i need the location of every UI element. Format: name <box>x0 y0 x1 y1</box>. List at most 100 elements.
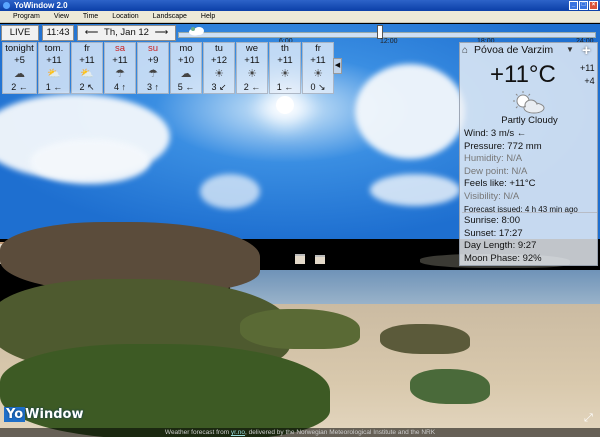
cloud <box>30 139 150 184</box>
forecast-day-name: su <box>147 43 159 54</box>
location-name[interactable]: Póvoa de Varzim <box>474 44 553 56</box>
timeline-cloud-icon <box>189 27 204 36</box>
menu-program[interactable]: Program <box>6 11 47 22</box>
credit-bar: Weather forecast from yr.no, delivered b… <box>0 428 600 437</box>
collapse-forecast-arrow-icon[interactable]: ◀ <box>333 58 342 74</box>
logo-yo: Yo <box>4 407 26 422</box>
current-temperature: +11°C <box>490 61 556 88</box>
wind-readout: Wind: 3 m/s ← <box>464 128 527 139</box>
forecast-day-name: tom. <box>44 43 64 54</box>
forecast-day-temp: +9 <box>147 55 159 66</box>
sunny-icon: ☀ <box>280 68 290 80</box>
app-icon <box>3 2 10 9</box>
forecast-day-temp: +10 <box>177 55 195 66</box>
window-titlebar: YoWindow 2.0 _ □ × <box>0 0 600 11</box>
feels-like-readout: Feels like: +11°C <box>464 178 536 190</box>
partly-cloudy-icon: ⛅ <box>47 68 61 80</box>
credit-suffix: , delivered by the Norwegian Meteorologi… <box>245 429 436 436</box>
forecast-day-wind: 2 ← <box>243 82 261 92</box>
sunrise-readout: Sunrise: 8:00 <box>464 215 520 226</box>
forecast-day-temp: +5 <box>14 55 25 66</box>
sun <box>276 96 294 114</box>
forecast-day[interactable]: tu +12 ☀ 3 ↙ <box>203 42 235 94</box>
temperature-range: +11 +4 <box>580 62 595 88</box>
previous-day-arrow-icon[interactable]: ⟵ <box>85 27 99 38</box>
logo-window: Window <box>25 407 84 422</box>
forecast-strip: tonight +5 ☁ 2 ← tom. +11 ⛅ 1 ← fr +11 ⛅ 2 ↖ sa +11 ☂ 4… <box>2 42 334 94</box>
forecast-day-temp: +11 <box>46 55 62 66</box>
yowindow-logo[interactable]: Yo Window <box>4 407 83 422</box>
forecast-day-temp: +11 <box>244 55 260 66</box>
toolbar: LIVE 11:43 ⟵ Th, Jan 12 ⟶ 6:00 12:00 18:… <box>0 24 600 45</box>
live-button[interactable]: LIVE <box>1 25 39 41</box>
yr-no-link[interactable]: yr.no <box>231 429 245 436</box>
location-selector[interactable]: ⌂ Póvoa de Varzim ▼ <box>460 43 599 59</box>
minimize-button[interactable]: _ <box>569 1 578 10</box>
forecast-day[interactable]: fr +11 ⛅ 2 ↖ <box>71 42 103 94</box>
window-controls: _ □ × <box>569 1 598 10</box>
forecast-day-temp: +12 <box>210 55 228 66</box>
fullscreen-icon[interactable]: ⤢ <box>584 412 593 425</box>
forecast-day-wind: 0 ↘ <box>310 82 326 92</box>
rock <box>240 309 360 349</box>
date-label: Th, Jan 12 <box>104 27 149 38</box>
forecast-day[interactable]: th +11 ☀ 1 ← <box>269 42 301 94</box>
forecast-day-name: we <box>245 43 259 54</box>
date-navigator: ⟵ Th, Jan 12 ⟶ <box>77 25 176 41</box>
maximize-button[interactable]: □ <box>579 1 588 10</box>
forecast-day-name: fr <box>315 43 321 54</box>
building <box>295 254 305 264</box>
forecast-day[interactable]: tonight +5 ☁ 2 ← <box>2 42 37 94</box>
rock <box>0 344 330 437</box>
visibility-readout: Visibility: N/A <box>464 190 520 202</box>
forecast-day-temp: +11 <box>277 55 293 66</box>
menu-view[interactable]: View <box>47 11 76 22</box>
time-slider-thumb[interactable] <box>377 25 383 39</box>
sunny-icon: ☀ <box>313 68 323 80</box>
home-icon[interactable]: ⌂ <box>462 45 468 56</box>
moon-phase-readout: Moon Phase: 92% <box>464 252 542 264</box>
condition-text: Partly Cloudy <box>501 115 558 126</box>
cloudy-icon: ☁ <box>180 68 192 80</box>
menu-landscape[interactable]: Landscape <box>146 11 194 22</box>
forecast-day[interactable]: mo +10 ☁ 5 ← <box>170 42 202 94</box>
max-temperature: +11 <box>580 63 595 73</box>
partly-cloudy-night-icon: ☁ <box>14 68 25 80</box>
next-day-arrow-icon[interactable]: ⟶ <box>155 27 169 38</box>
current-time: 11:43 <box>42 25 74 41</box>
close-button[interactable]: × <box>589 1 598 10</box>
forecast-day-temp: +11 <box>310 55 326 66</box>
partly-cloudy-icon: ⛅ <box>80 68 94 80</box>
sunny-icon: ☀ <box>247 68 257 80</box>
menu-location[interactable]: Location <box>105 11 145 22</box>
forecast-day-wind: 1 ← <box>45 82 63 92</box>
weather-info-panel: ⌂ Póvoa de Varzim ▼ + +11°C +11 +4 Partl… <box>459 42 598 266</box>
forecast-day-wind: 3 ↙ <box>211 82 227 92</box>
chevron-down-icon[interactable]: ▼ <box>566 45 574 54</box>
forecast-day-wind: 2 ← <box>11 82 28 92</box>
forecast-day[interactable]: fr +11 ☀ 0 ↘ <box>302 42 334 94</box>
rain-icon: ☂ <box>115 68 125 80</box>
forecast-day-wind: 1 ← <box>276 82 294 92</box>
forecast-day[interactable]: sa +11 ☂ 4 ↑ <box>104 42 136 94</box>
forecast-day-name: sa <box>114 43 126 54</box>
forecast-day-wind: 5 ← <box>177 82 195 92</box>
menu-bar: Program View Time Location Landscape Hel… <box>0 11 600 23</box>
add-location-icon[interactable]: + <box>582 42 591 59</box>
sunset-readout: Sunset: 17:27 <box>464 227 523 239</box>
forecast-day-name: fr <box>84 43 90 54</box>
forecast-day[interactable]: tom. +11 ⛅ 1 ← <box>38 42 70 94</box>
forecast-day[interactable]: we +11 ☀ 2 ← <box>236 42 268 94</box>
forecast-day[interactable]: su +9 ☂ 3 ↑ <box>137 42 169 94</box>
menu-time[interactable]: Time <box>76 11 105 22</box>
cloud <box>370 174 460 206</box>
forecast-day-name: th <box>281 43 289 54</box>
divider <box>462 212 597 213</box>
astronomy-details: Sunrise: 8:00 Sunset: 17:27 Day Length: … <box>464 215 542 265</box>
cloud <box>355 64 465 159</box>
credit-prefix: Weather forecast from <box>164 429 230 436</box>
min-temperature: +4 <box>584 76 595 86</box>
rock <box>380 324 470 354</box>
menu-help[interactable]: Help <box>194 11 222 22</box>
forecast-day-wind: 2 ↖ <box>79 82 95 92</box>
